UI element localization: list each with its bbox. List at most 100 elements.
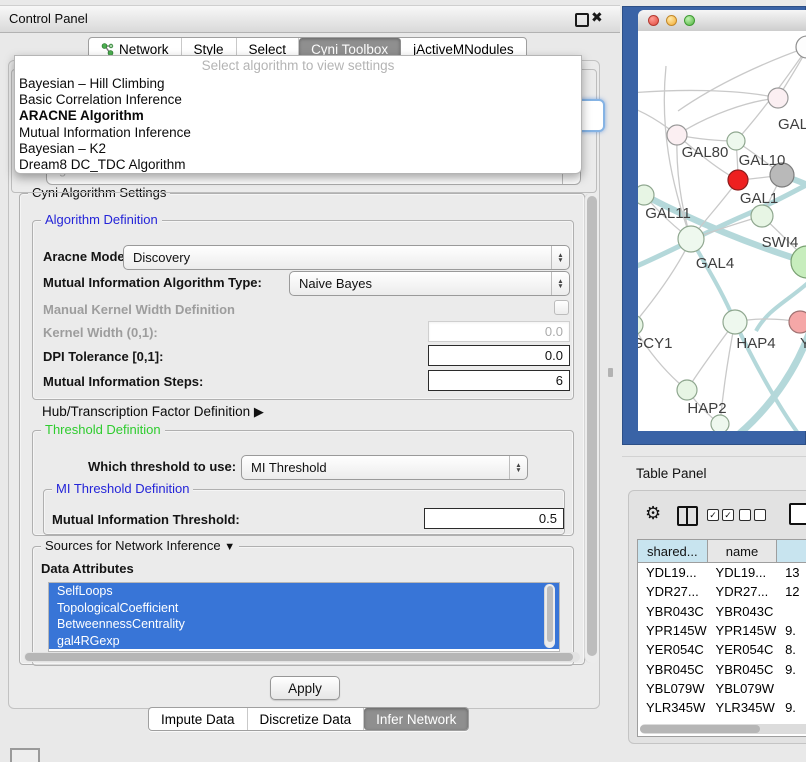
table-row[interactable]: YER054CYER054C8. [638,640,806,659]
gear-icon[interactable]: ⚙ [645,503,661,524]
network-node[interactable] [711,415,729,431]
dpi-tolerance-input[interactable]: 0.0 [428,345,570,366]
table-panel: ⚙ ✓ ✓ shared... name YDL19...YDL19...13Y… [628,490,806,744]
sources-group: Sources for Network Inference ▼ Data Att… [32,546,574,666]
close-icon[interactable]: ✖ [591,9,603,26]
tab-impute-data[interactable]: Impute Data [149,708,248,730]
network-node[interactable] [727,132,745,150]
splitter-grip[interactable] [608,368,613,377]
algorithm-option[interactable]: Bayesian – K2 [15,140,581,156]
column-header-clipped[interactable] [777,540,806,562]
attribute-list-item[interactable]: gal4RGexp [49,633,559,650]
minimize-traffic-icon[interactable] [666,15,677,26]
combo-stepper-icon: ▲▼ [551,246,569,269]
network-icon [101,43,114,56]
mi-type-combo[interactable]: Naive Bayes ▲▼ [289,271,570,296]
mi-steps-input[interactable]: 6 [428,370,570,391]
network-node[interactable] [638,185,654,205]
attribute-list-item[interactable]: TopologicalCoefficient [49,600,559,617]
network-node[interactable] [638,315,643,335]
node-label: GAL11 [645,205,691,222]
hub-definition-toggle[interactable]: Hub/Transcription Factor Definition ▶ [42,404,264,420]
table-row[interactable]: YBR043CYBR043C [638,602,806,621]
collapsed-panel-stub[interactable] [10,748,40,762]
column-header-shared[interactable]: shared... [638,540,708,562]
network-node[interactable] [768,88,788,108]
scroll-thumb[interactable] [587,196,597,656]
network-node[interactable] [667,125,687,145]
algorithm-popup-placeholder: Select algorithm to view settings [15,56,581,75]
aracne-mode-label: Aracne Mode: [43,249,129,264]
algorithm-option[interactable]: Dream8 DC_TDC Algorithm [15,156,581,172]
table-row[interactable]: YLR345WYLR345W9. [638,698,806,717]
expanded-arrow-icon[interactable]: ▼ [224,541,235,553]
network-node[interactable] [723,310,747,334]
network-node[interactable] [678,226,704,252]
mi-steps-label: Mutual Information Steps: [43,374,203,389]
algorithm-option[interactable]: Bayesian – Hill Climbing [15,75,581,91]
tab-discretize-data[interactable]: Discretize Data [248,708,365,730]
scroll-thumb[interactable] [547,586,553,642]
table-row[interactable]: YPR145WYPR145W9. [638,621,806,640]
network-node-labels: GALGAL80GAL10GAL1SWI4GAL11GAL4GCY1HAP4YH… [638,116,806,417]
table-cell: YBR045C [708,659,778,678]
attribute-list-item[interactable]: BetweennessCentrality [49,616,559,633]
table-cell: 9. [777,659,806,678]
network-node[interactable] [751,205,773,227]
table-cell: YBL079W [708,679,778,698]
table-row[interactable]: YIL052CYIL052C9 [638,717,806,723]
table-row[interactable]: YDL19...YDL19...13 [638,563,806,582]
table-cell: YBR043C [638,602,708,621]
close-traffic-icon[interactable] [648,15,659,26]
combo-stepper-icon: ▲▼ [551,272,569,295]
scroll-thumb[interactable] [25,653,573,661]
network-node[interactable] [677,380,697,400]
table-row[interactable]: YDR27...YDR27...12 [638,582,806,601]
manual-kernel-checkbox[interactable] [554,300,569,315]
table-header-row: shared... name [638,540,806,563]
cyni-algorithm-settings-group: Cyni Algorithm Settings Algorithm Defini… [19,193,585,665]
network-node[interactable] [789,311,806,333]
network-canvas[interactable]: GALGAL80GAL10GAL1SWI4GAL11GAL4GCY1HAP4YH… [638,31,806,431]
network-node[interactable] [796,36,806,58]
algorithm-option[interactable]: Mutual Information Inference [15,124,581,140]
mi-threshold-input[interactable]: 0.5 [424,508,564,529]
aracne-mode-combo[interactable]: Discovery ▲▼ [123,245,570,270]
apply-button[interactable]: Apply [270,676,340,700]
node-table: shared... name YDL19...YDL19...13YDR27..… [637,539,806,737]
settings-vscrollbar[interactable] [584,193,599,663]
show-columns-icon[interactable]: ✓ ✓ [707,509,734,521]
node-label: GAL10 [739,152,786,169]
node-label: Y [800,335,806,352]
document-icon[interactable] [789,503,806,525]
attributes-vscrollbar[interactable] [544,584,555,648]
data-attributes-label: Data Attributes [41,561,134,576]
table-cell: YLR345W [638,698,708,717]
table-hscrollbar[interactable] [640,724,806,734]
table-cell: YLR345W [708,698,778,717]
combo-stepper-icon: ▲▼ [509,456,527,479]
data-attributes-list[interactable]: SelfLoopsTopologicalCoefficientBetweenne… [48,582,560,652]
hide-columns-icon[interactable] [739,509,766,521]
algorithm-option[interactable]: ARACNE Algorithm [15,108,581,124]
column-header-name[interactable]: name [708,540,778,562]
node-label: HAP2 [687,400,726,417]
table-cell: YIL052C [638,717,708,723]
collapsed-arrow-icon: ▶ [254,404,264,419]
which-threshold-label: Which threshold to use: [88,459,236,474]
algorithm-option[interactable]: Basic Correlation Inference [15,91,581,107]
algorithm-popup: Select algorithm to view settings Bayesi… [14,55,582,174]
float-window-icon[interactable] [575,13,589,27]
table-row[interactable]: YBL079WYBL079W [638,679,806,698]
attribute-list-item[interactable]: SelfLoops [49,583,559,600]
split-panel-icon[interactable] [677,506,698,526]
scroll-thumb[interactable] [640,725,760,733]
network-window-titlebar[interactable] [638,10,806,32]
network-view-window: GALGAL80GAL10GAL1SWI4GAL11GAL4GCY1HAP4YH… [638,10,806,431]
tab-infer-network[interactable]: Infer Network [364,708,468,730]
zoom-traffic-icon[interactable] [684,15,695,26]
which-threshold-combo[interactable]: MI Threshold ▲▼ [241,455,528,480]
table-row[interactable]: YBR045CYBR045C9. [638,659,806,678]
network-node[interactable] [728,170,748,190]
settings-hscrollbar[interactable] [24,652,580,662]
